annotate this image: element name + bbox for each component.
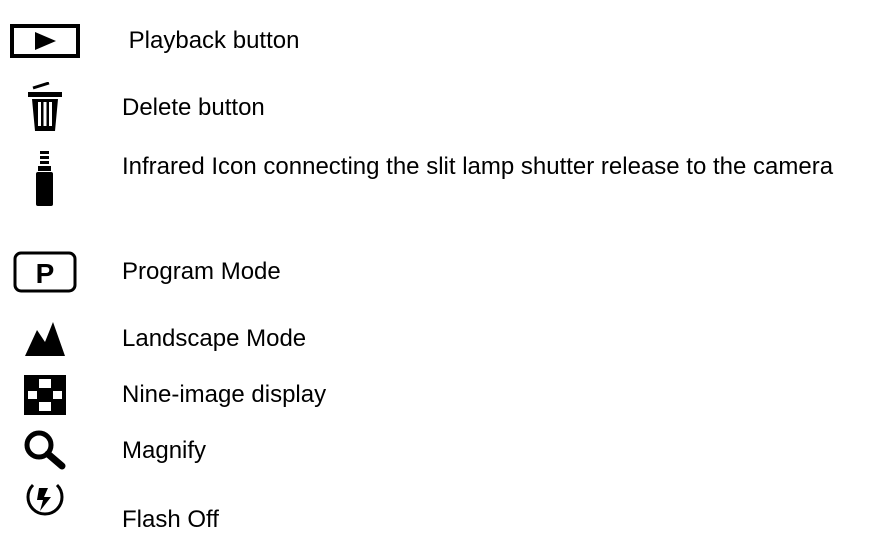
nine-image-display-label: Nine-image display bbox=[122, 381, 327, 408]
trash-icon bbox=[0, 80, 90, 136]
landscape-mountain-icon bbox=[0, 310, 90, 368]
flash-off-label: Flash Off bbox=[122, 506, 219, 533]
program-mode-icon: P bbox=[0, 244, 90, 300]
infrared-label: Infrared Icon connecting the slit lamp s… bbox=[122, 153, 834, 180]
infrared-icon bbox=[0, 148, 90, 210]
landscape-mode-label: Landscape Mode bbox=[122, 325, 307, 352]
playback-icon bbox=[0, 18, 90, 64]
magnify-label: Magnify bbox=[122, 437, 207, 464]
delete-label: Delete button bbox=[122, 94, 265, 121]
nine-image-grid-icon bbox=[0, 370, 90, 420]
flash-off-icon bbox=[0, 474, 90, 524]
program-mode-icon-letter: P bbox=[36, 258, 55, 289]
magnify-icon bbox=[0, 424, 90, 474]
playback-label: Playback button bbox=[122, 27, 300, 54]
program-mode-label: Program Mode bbox=[122, 258, 281, 285]
